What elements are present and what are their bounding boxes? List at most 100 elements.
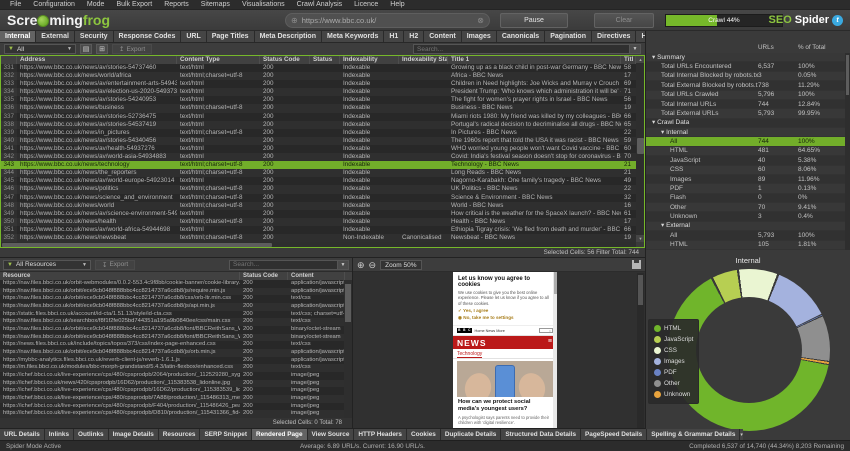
- resources-search-box[interactable]: ▼: [229, 259, 349, 270]
- overview-row-javascript[interactable]: JavaScript 40 5.38%: [646, 156, 850, 166]
- resources-export-button[interactable]: ↧ Export: [95, 259, 136, 270]
- table-row[interactable]: 344 https://www.bbc.co.uk/news/the_report…: [0, 169, 636, 178]
- tab-images[interactable]: Images: [461, 31, 497, 42]
- table-row[interactable]: 331 https://www.bbc.co.uk/news/av/stories…: [0, 64, 636, 73]
- scrollbar-thumb[interactable]: [2, 243, 272, 247]
- tab-rendered-page[interactable]: Rendered Page: [251, 429, 308, 440]
- tab-url[interactable]: URL: [181, 31, 207, 42]
- menu-visualisations[interactable]: Visualisations: [237, 0, 290, 10]
- search-options-icon[interactable]: ▼: [629, 45, 640, 53]
- tab-url-details[interactable]: URL Details: [0, 429, 45, 440]
- column-header-indexability-status[interactable]: Indexability Status: [399, 56, 448, 64]
- url-input[interactable]: [301, 16, 478, 25]
- resource-row[interactable]: https://ichef.bbci.co.uk/live-experience…: [0, 395, 352, 403]
- tab-inlinks[interactable]: Inlinks: [44, 429, 75, 440]
- resource-row[interactable]: https://nav.files.bbci.co.uk/orbit/ece9c…: [0, 287, 352, 296]
- search-box[interactable]: ▼: [413, 44, 641, 54]
- scrollbar-thumb[interactable]: [846, 55, 849, 95]
- overview-row-flash[interactable]: Flash 0 0%: [646, 193, 850, 203]
- tab-h1[interactable]: H1: [384, 31, 405, 42]
- menu-mode[interactable]: Mode: [82, 0, 110, 10]
- expand-icon[interactable]: ▾: [652, 119, 655, 126]
- column-header-titl[interactable]: Titl +: [621, 56, 636, 64]
- expand-icon[interactable]: ▾: [652, 54, 655, 61]
- tab-directives[interactable]: Directives: [591, 31, 637, 42]
- tab-resources[interactable]: Resources: [158, 429, 201, 440]
- clear-url-icon[interactable]: ⊗: [477, 16, 484, 25]
- url-bar[interactable]: ⊕ ⊗: [285, 13, 490, 28]
- menu-bulk-export[interactable]: Bulk Export: [111, 0, 157, 10]
- scroll-down-icon[interactable]: ▼: [636, 235, 645, 242]
- tab-cookies[interactable]: Cookies: [406, 429, 441, 440]
- tab-external[interactable]: External: [36, 31, 75, 42]
- overview-row-css[interactable]: CSS 60 8.06%: [646, 165, 850, 175]
- tab-image-details[interactable]: Image Details: [108, 429, 159, 440]
- menu-licence[interactable]: Licence: [349, 0, 383, 10]
- tab-outlinks[interactable]: Outlinks: [74, 429, 109, 440]
- clear-button[interactable]: Clear: [594, 13, 654, 28]
- table-row[interactable]: 336 https://www.bbc.co.uk/news/business te…: [0, 104, 636, 113]
- resource-row[interactable]: https://ichef.bbci.co.uk/live-experience…: [0, 402, 352, 411]
- tab-pagespeed-details[interactable]: PageSpeed Details: [581, 429, 648, 440]
- scrollbar-thumb[interactable]: [637, 138, 644, 154]
- menu-crawl-analysis[interactable]: Crawl Analysis: [292, 0, 348, 10]
- resource-row[interactable]: https://ichef.bbci.co.uk/live-experience…: [0, 387, 352, 396]
- column-header-address[interactable]: Address: [17, 56, 177, 64]
- resource-row[interactable]: https://m.files.bbci.co.uk/modules/bbc-m…: [0, 364, 352, 373]
- column-header-content[interactable]: Content: [288, 272, 345, 280]
- table-row[interactable]: 337 https://www.bbc.co.uk/news/av/stories…: [0, 112, 636, 121]
- tab-spelling-grammar-details[interactable]: Spelling & Grammar Details: [647, 429, 741, 440]
- menu-sitemaps[interactable]: Sitemaps: [196, 0, 235, 10]
- tab-meta-keywords[interactable]: Meta Keywords: [321, 31, 385, 42]
- table-row[interactable]: 342 https://www.bbc.co.uk/news/av/world-a…: [0, 153, 636, 162]
- tabs-overflow-icon[interactable]: ▾: [740, 429, 743, 440]
- table-row[interactable]: 333 https://www.bbc.co.uk/news/av/enterta…: [0, 80, 636, 89]
- tree-view-icon[interactable]: ⊞: [96, 44, 108, 54]
- resource-row[interactable]: https://nav.files.bbci.co.uk/orbit/ece9c…: [0, 349, 352, 357]
- table-row[interactable]: 335 https://www.bbc.co.uk/news/av/stories…: [0, 96, 636, 105]
- scrollbar-thumb[interactable]: [638, 275, 643, 305]
- expand-icon[interactable]: ▾: [661, 129, 664, 136]
- tab-view-source[interactable]: View Source: [307, 429, 355, 440]
- resource-row[interactable]: https://nav.files.bbci.co.uk/orbit/ece9c…: [0, 326, 352, 334]
- save-icon[interactable]: [632, 260, 641, 269]
- tab-serp-snippet[interactable]: SERP Snippet: [200, 429, 252, 440]
- resource-row[interactable]: https://static.files.bbci.co.uk/account/…: [0, 310, 352, 319]
- overview-scrollbar[interactable]: [845, 53, 850, 250]
- tab-page-titles[interactable]: Page Titles: [206, 31, 255, 42]
- overview-row-total-urls-encountered[interactable]: Total URLs Encountered 6,537 100%: [646, 62, 850, 72]
- list-view-icon[interactable]: ▤: [80, 44, 92, 54]
- tab-structured-data-details[interactable]: Structured Data Details: [501, 429, 582, 440]
- overview-row-all[interactable]: All 744 100%: [646, 137, 850, 147]
- tab-meta-description[interactable]: Meta Description: [254, 31, 322, 42]
- overview-row-unknown[interactable]: Unknown 3 0.4%: [646, 212, 850, 222]
- twitter-icon[interactable]: t: [832, 14, 843, 26]
- tab-pagination[interactable]: Pagination: [545, 31, 592, 42]
- resource-row[interactable]: https://mybbc-analytics.files.bbci.co.uk…: [0, 356, 352, 365]
- resource-row[interactable]: https://nav.files.bbci.co.uk/orbit/ece9c…: [0, 333, 352, 342]
- zoom-in-icon[interactable]: ⊕: [357, 260, 365, 270]
- overview-row-external[interactable]: ▾ External: [646, 221, 850, 232]
- table-row[interactable]: 348 https://www.bbc.co.uk/news/world text/…: [0, 201, 636, 210]
- tab-canonicals[interactable]: Canonicals: [496, 31, 546, 42]
- tab-response-codes[interactable]: Response Codes: [113, 31, 182, 42]
- column-header-indexability[interactable]: Indexability: [340, 56, 399, 64]
- column-header-resource[interactable]: Resource: [0, 272, 240, 280]
- search-input[interactable]: [414, 45, 629, 53]
- table-row[interactable]: 349 https://www.bbc.co.uk/news/av/science…: [0, 209, 636, 218]
- table-row[interactable]: 350 https://www.bbc.co.uk/news/health text…: [0, 217, 636, 226]
- table-row[interactable]: 332 https://www.bbc.co.uk/news/world/afri…: [0, 72, 636, 81]
- tab-duplicate-details[interactable]: Duplicate Details: [440, 429, 502, 440]
- overview-row-html[interactable]: HTML 105 1.81%: [646, 240, 850, 250]
- resources-filter-dropdown[interactable]: ▼ All Resources ▼: [3, 259, 91, 270]
- resource-row[interactable]: https://ichef.bbci.co.uk/live-experience…: [0, 410, 352, 419]
- column-header-content-type[interactable]: Content Type: [177, 56, 260, 64]
- table-row[interactable]: 334 https://www.bbc.co.uk/news/av/electio…: [0, 88, 636, 97]
- menu-configuration[interactable]: Configuration: [28, 0, 80, 10]
- table-row[interactable]: 345 https://www.bbc.co.uk/news/av/world-e…: [0, 177, 636, 186]
- menu-help[interactable]: Help: [385, 0, 409, 10]
- column-header-row-number[interactable]: [0, 56, 17, 64]
- scroll-up-icon[interactable]: ▲: [636, 56, 645, 63]
- table-row[interactable]: 338 https://www.bbc.co.uk/news/av/stories…: [0, 120, 636, 129]
- table-row[interactable]: 347 https://www.bbc.co.uk/news/science_an…: [0, 193, 636, 202]
